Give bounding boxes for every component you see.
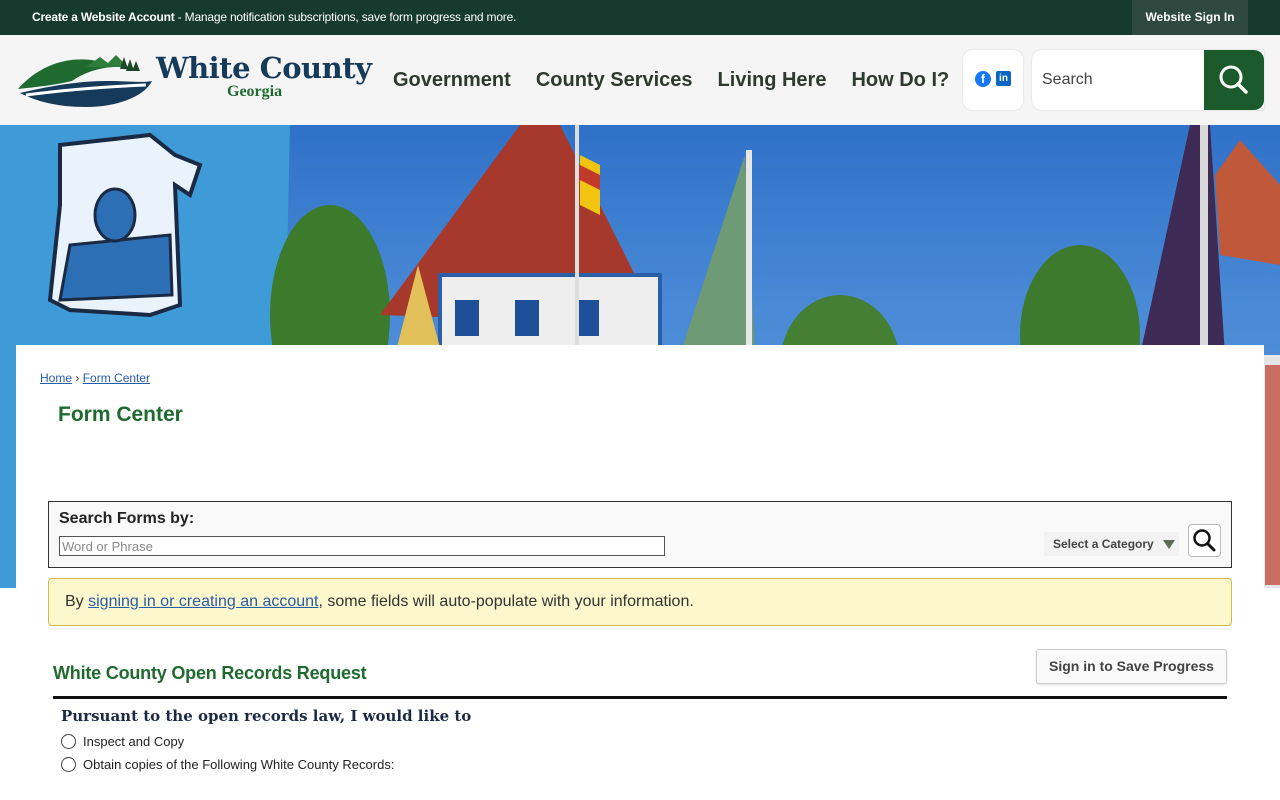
logo-subtitle: Georgia xyxy=(227,83,283,100)
search-icon xyxy=(1219,65,1248,94)
option-label: Obtain copies of the Following White Cou… xyxy=(83,757,395,772)
nav-item-county-services[interactable]: County Services xyxy=(536,69,693,92)
website-sign-in-button[interactable]: Website Sign In xyxy=(1132,0,1248,35)
option-inspect-and-copy[interactable]: Inspect and Copy xyxy=(61,734,184,749)
facebook-icon[interactable]: f xyxy=(975,71,991,87)
category-select-label: Select a Category xyxy=(1053,537,1154,551)
site-search-input[interactable] xyxy=(1042,68,1202,92)
create-account-message[interactable]: Create a Website Account - Manage notifi… xyxy=(32,0,516,35)
top-bar: Create a Website Account - Manage notifi… xyxy=(0,0,1280,35)
notice-suffix: , some fields will auto-populate with yo… xyxy=(318,593,694,610)
breadcrumb-separator: › xyxy=(75,371,80,385)
linkedin-icon[interactable]: in xyxy=(996,71,1011,86)
site-header: White County Georgia Government County S… xyxy=(0,35,1280,125)
category-select[interactable]: Select a Category xyxy=(1044,532,1179,556)
sign-in-notice: By signing in or creating an account, so… xyxy=(48,578,1232,626)
search-forms-input[interactable] xyxy=(59,536,665,556)
form-divider xyxy=(53,696,1227,699)
site-logo[interactable]: White County Georgia xyxy=(16,51,372,111)
radio-inspect-and-copy[interactable] xyxy=(61,734,76,749)
nav-item-how-do-i[interactable]: How Do I? xyxy=(851,69,949,92)
search-forms-box: Search Forms by: Select a Category xyxy=(48,501,1232,568)
sign-in-create-account-link[interactable]: signing in or creating an account xyxy=(88,593,318,610)
create-account-link[interactable]: Create a Website Account xyxy=(32,10,175,24)
form-question: Pursuant to the open records law, I woul… xyxy=(61,707,472,725)
breadcrumb-form-center-link[interactable]: Form Center xyxy=(83,371,150,385)
option-obtain-copies[interactable]: Obtain copies of the Following White Cou… xyxy=(61,757,394,772)
radio-obtain-copies[interactable] xyxy=(61,757,76,772)
chevron-down-icon xyxy=(1163,540,1175,549)
search-forms-button[interactable] xyxy=(1188,524,1221,557)
create-account-description: - Manage notification subscriptions, sav… xyxy=(174,10,517,24)
social-links: f in xyxy=(963,50,1023,110)
notice-prefix: By xyxy=(65,593,89,610)
nav-item-government[interactable]: Government xyxy=(393,69,511,92)
option-label: Inspect and Copy xyxy=(83,734,185,749)
search-icon xyxy=(1193,529,1216,552)
form-title: White County Open Records Request xyxy=(53,663,367,683)
breadcrumb: Home › Form Center xyxy=(40,371,150,385)
logo-landscape-icon xyxy=(18,55,152,107)
sign-in-save-progress-button[interactable]: Sign in to Save Progress xyxy=(1036,649,1227,684)
nav-item-living-here[interactable]: Living Here xyxy=(718,69,827,92)
logo-title: White County xyxy=(156,51,372,85)
content-panel: Home › Form Center Form Center Search Fo… xyxy=(16,345,1264,800)
search-forms-label: Search Forms by: xyxy=(59,510,195,527)
breadcrumb-home-link[interactable]: Home xyxy=(40,371,72,385)
main-nav: Government County Services Living Here H… xyxy=(393,35,974,125)
site-search-button[interactable] xyxy=(1204,50,1264,110)
page-title: Form Center xyxy=(58,403,183,426)
